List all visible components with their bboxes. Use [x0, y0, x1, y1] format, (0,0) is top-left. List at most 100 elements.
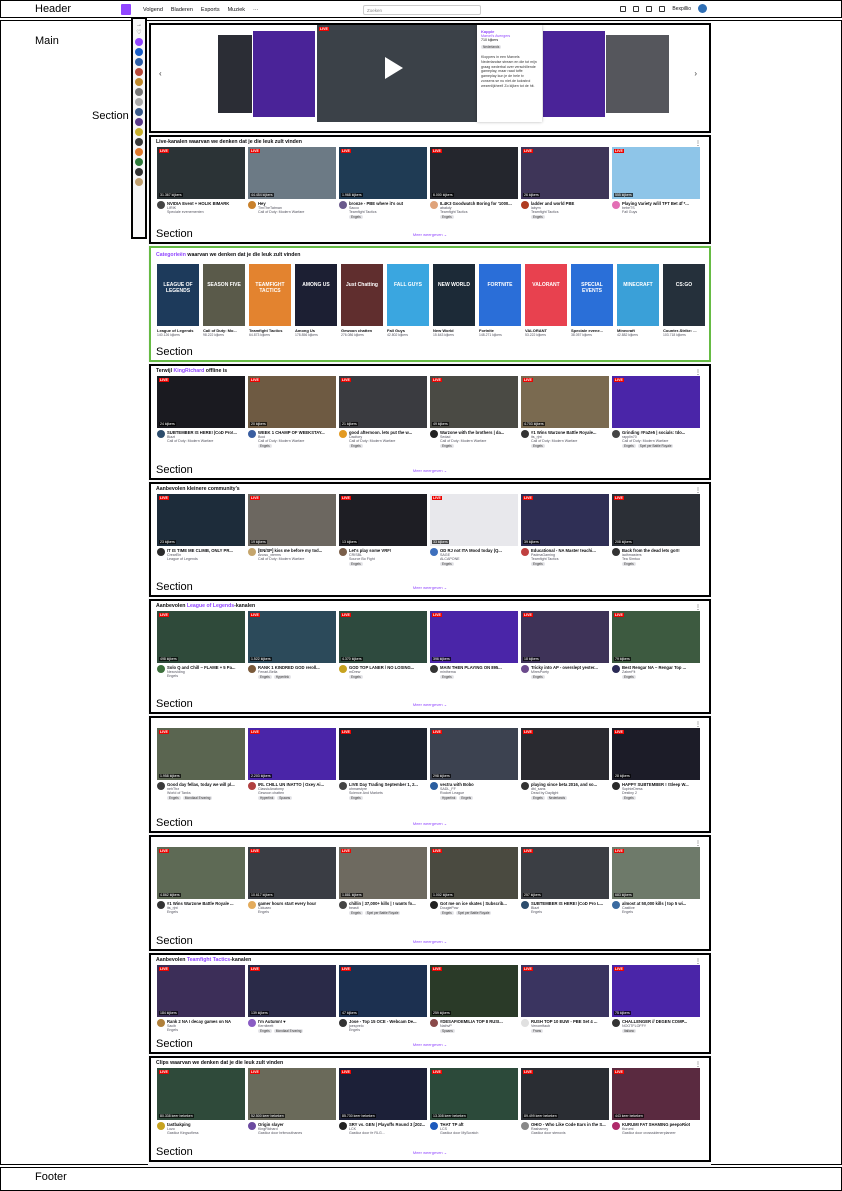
tag-pill[interactable]: Hyperlink	[440, 796, 458, 800]
stream-card[interactable]: LIVE 257 kijkers SUBTEMBER IS HERE! |CoD P…	[521, 847, 609, 915]
tag-pill[interactable]: Engels	[258, 675, 272, 679]
channel-avatar[interactable]	[339, 201, 347, 209]
tag-pill[interactable]: Engels	[622, 796, 636, 800]
stream-thumbnail[interactable]: LIVE 80.338 keer bekeken	[157, 1068, 245, 1120]
category-boxart[interactable]: TEAMFIGHT TACTICS	[249, 264, 291, 326]
show-more-link[interactable]: Meer weergeven ⌄	[151, 821, 709, 826]
stream-card[interactable]: LIVE 31.367 kijkers NVIDIA Event + HOLIK B…	[157, 147, 245, 219]
game-name[interactable]: Engels	[167, 1028, 245, 1032]
game-name[interactable]: Gewoon chatten	[258, 791, 336, 795]
stream-thumbnail[interactable]: LIVE 13 kijkers	[339, 494, 427, 546]
stream-card[interactable]: LIVE 1.522 kijkers RANK 1 KINDRED GOD rero…	[248, 611, 336, 679]
stream-thumbnail[interactable]: LIVE 49 kijkers	[430, 376, 518, 428]
stream-card[interactable]: LIVE 498 kijkers Solo Q and Chill ~ FLAME …	[157, 611, 245, 679]
stream-thumbnail[interactable]: LIVE 24 kijkers	[157, 376, 245, 428]
show-more-link[interactable]: Meer weergeven ⌄	[151, 585, 709, 590]
followed-channel-avatar[interactable]	[135, 48, 143, 56]
carousel-player[interactable]: LIVE	[317, 25, 477, 122]
game-name[interactable]: Engels	[258, 910, 336, 914]
stream-thumbnail[interactable]: LIVE 4.703 kijkers	[521, 376, 609, 428]
channel-avatar[interactable]	[248, 665, 256, 673]
channel-name[interactable]: NOOTFLOFFY	[622, 1024, 700, 1028]
stream-thumbnail[interactable]: LIVE 259 kijkers	[430, 965, 518, 1017]
tag-pill[interactable]: Engels	[349, 562, 363, 566]
tag-pill[interactable]: Spaans	[440, 1029, 455, 1033]
channel-avatar[interactable]	[157, 901, 165, 909]
stream-card[interactable]: LIVE 4.370 kijkers GOD TOP LANER / NO LOSI…	[339, 611, 427, 679]
followed-channel-avatar[interactable]	[135, 128, 143, 136]
carousel-next-icon[interactable]: ›	[694, 69, 697, 78]
stream-card[interactable]: LIVE 47 kijkers Jose - Top 15 OCE - Webcam…	[339, 965, 427, 1033]
show-more-text[interactable]: Meer weergeven	[413, 1042, 443, 1047]
category-card[interactable]: FALL GUYS Fall Guys 42.802 kijkers	[387, 264, 429, 337]
game-name[interactable]: ALCAPONE	[440, 557, 518, 561]
tag-pill[interactable]: Engels	[440, 911, 454, 915]
stream-thumbnail[interactable]: LIVE 1.958 kijkers	[157, 728, 245, 780]
category-boxart[interactable]: FORTNITE	[479, 264, 521, 326]
channel-avatar[interactable]	[521, 782, 529, 790]
stream-card[interactable]: LIVE 10.617 kijkers gamer hours start ever…	[248, 847, 336, 915]
channel-avatar[interactable]	[612, 548, 620, 556]
game-name[interactable]: Gastloz door crosssidenerplaneer	[622, 1131, 700, 1135]
tag-pill[interactable]: Engels	[531, 562, 545, 566]
stream-thumbnail[interactable]: LIVE 4.370 kijkers	[339, 611, 427, 663]
stream-thumbnail[interactable]: LIVE 28 kijkers	[612, 728, 700, 780]
channel-avatar[interactable]	[430, 782, 438, 790]
tag-pill[interactable]: Frans	[531, 1029, 544, 1033]
tag-pill[interactable]: Engels	[349, 911, 363, 915]
stream-thumbnail[interactable]: LIVE 6.000 kijkers	[430, 147, 518, 199]
show-more-link[interactable]: Meer weergeven ⌄	[151, 702, 709, 707]
stream-thumbnail[interactable]: LIVE 1.968 kijkers	[339, 147, 427, 199]
carousel-slide[interactable]	[218, 35, 252, 113]
game-name[interactable]: Call of Duty: Modern Warfare	[440, 439, 518, 443]
game-name[interactable]: Science And Markets	[349, 791, 427, 795]
tag-pill[interactable]: Engels	[459, 796, 474, 800]
followed-channel-avatar[interactable]	[135, 58, 143, 66]
stream-card[interactable]: LIVE 4.862 kijkers #1 Wins Warzone Battle …	[157, 847, 245, 915]
section-title-link[interactable]: Teamfight Tactics	[187, 957, 230, 963]
tag-pill[interactable]: Engels	[349, 215, 363, 219]
channel-avatar[interactable]	[157, 1122, 165, 1130]
stream-thumbnail[interactable]: LIVE 4.862 kijkers	[157, 847, 245, 899]
crown-icon[interactable]	[620, 5, 627, 12]
more-options-icon[interactable]: ⋮	[695, 140, 701, 147]
user-name[interactable]: Bexpillio	[672, 6, 691, 12]
stream-thumbnail[interactable]: LIVE 21 kijkers	[339, 376, 427, 428]
channel-name[interactable]: MiresPoety	[531, 670, 609, 674]
channel-avatar[interactable]	[248, 430, 256, 438]
stream-card[interactable]: LIVE 298 kijkers vectra with Bobo SADL_FF Ro…	[430, 728, 518, 800]
channel-avatar[interactable]	[248, 201, 256, 209]
tag-pill[interactable]: Engels	[440, 562, 454, 566]
channel-avatar[interactable]	[521, 901, 529, 909]
whispers-icon[interactable]	[646, 5, 653, 12]
stream-card[interactable]: LIVE 139 kijkers I'm Autumn! ♥ Kerniteett En…	[248, 965, 336, 1033]
stream-thumbnail[interactable]: LIVE 52.500 keer bekeken	[248, 1068, 336, 1120]
stream-card[interactable]: LIVE 443 keer bekeken KURUMI FAT SHAMING p…	[612, 1068, 700, 1135]
stream-card[interactable]: LIVE 33 kijkers OD RJ not ITA Mood today (…	[430, 494, 518, 566]
channel-avatar[interactable]	[521, 1122, 529, 1130]
stream-card[interactable]: LIVE 184 kijkers Rank 2 NA I decay games o…	[157, 965, 245, 1033]
stream-thumbnail[interactable]: LIVE 23 kijkers	[157, 494, 245, 546]
stream-thumbnail[interactable]: LIVE 1.002 kijkers	[430, 847, 518, 899]
channel-avatar[interactable]	[521, 1019, 529, 1027]
followed-channel-avatar[interactable]	[135, 88, 143, 96]
channel-avatar[interactable]	[248, 548, 256, 556]
category-card[interactable]: LEAGUE OF LEGENDS League of Legends 140.12…	[157, 264, 199, 337]
stream-card[interactable]: LIVE 1.002 kijkers Got me on ice skates | …	[430, 847, 518, 915]
nav-esports[interactable]: Esports	[201, 7, 220, 13]
tag-pill[interactable]: Engels	[531, 796, 545, 800]
stream-thumbnail[interactable]: LIVE 18 kijkers	[521, 611, 609, 663]
stream-thumbnail[interactable]: LIVE 20 kijkers	[248, 376, 336, 428]
tag-pill[interactable]: Mondiaal Ervaring	[182, 796, 213, 800]
more-options-icon[interactable]: ⋮	[695, 369, 701, 376]
stream-card[interactable]: LIVE 2.203 kijkers IRL CHILL UN INATTO | O…	[248, 728, 336, 800]
stream-thumbnail[interactable]: LIVE	[612, 376, 700, 428]
channel-avatar[interactable]	[157, 548, 165, 556]
game-name[interactable]: Engels	[531, 910, 609, 914]
nav-following[interactable]: Volgend	[143, 7, 163, 13]
channel-avatar[interactable]	[430, 1019, 438, 1027]
game-name[interactable]: Teamfight Tactics	[349, 210, 427, 214]
twitch-logo-icon[interactable]	[121, 4, 131, 15]
stream-thumbnail[interactable]: LIVE 443 keer bekeken	[612, 1068, 700, 1120]
followed-channel-avatar[interactable]	[135, 168, 143, 176]
